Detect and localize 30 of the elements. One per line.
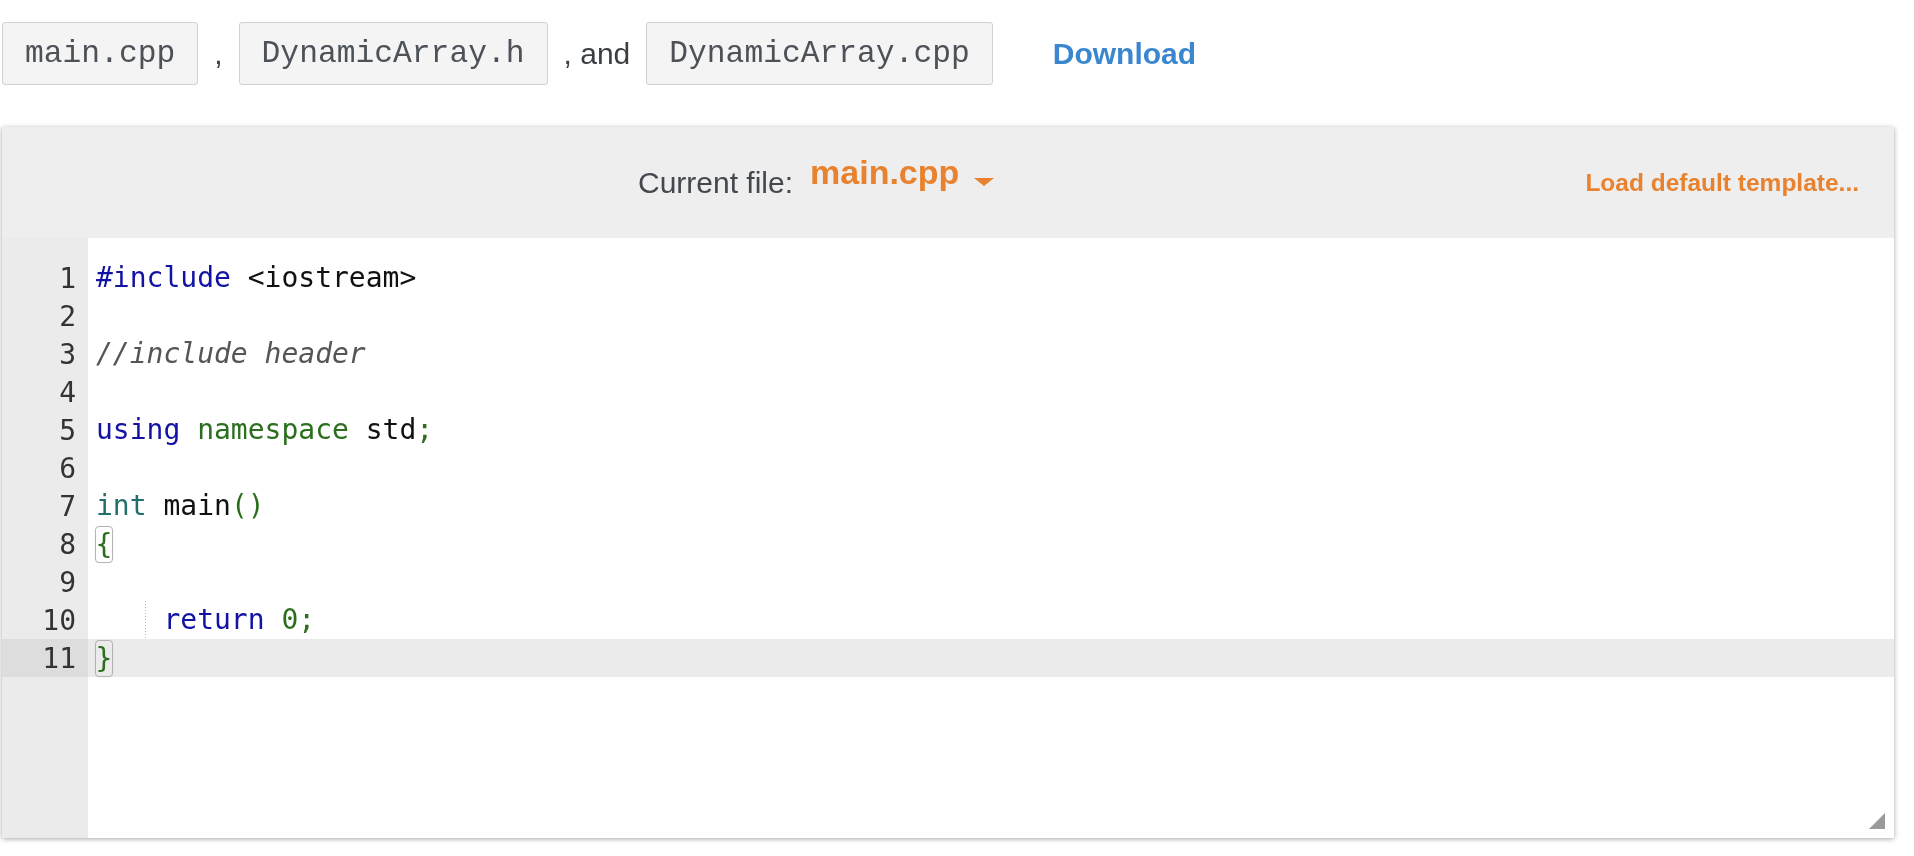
line-number: 3 [59, 337, 76, 371]
line-number: 7 [59, 489, 76, 523]
code-line: //include header [96, 336, 366, 372]
download-link[interactable]: Download [1052, 36, 1197, 71]
caret-icon [974, 177, 995, 186]
code-line: using namespace std; [96, 412, 434, 448]
file-name: main.cpp [2, 22, 199, 85]
line-number: 4 [59, 375, 76, 409]
matched-bracket: { [94, 525, 114, 563]
separator-text: , [214, 36, 223, 71]
line-number: 11 [42, 641, 76, 675]
file-dropdown[interactable]: main.cpp [810, 153, 995, 192]
line-number: 6 [59, 451, 76, 485]
code-line: int main() [96, 488, 265, 524]
resize-grip-icon[interactable] [1869, 813, 1885, 829]
line-number: 2 [59, 299, 76, 333]
code-line: #include <iostream> [96, 260, 417, 296]
file-name: DynamicArray.h [238, 22, 548, 85]
line-number: 10 [42, 603, 76, 637]
matched-bracket: } [94, 639, 114, 677]
code-line: return 0; [163, 602, 316, 638]
line-number: 1 [59, 261, 76, 295]
line-number: 8 [59, 527, 76, 561]
line-number: 9 [59, 565, 76, 599]
line-number: 5 [59, 413, 76, 447]
load-template-link[interactable]: Load default template... [1585, 168, 1859, 197]
file-name: DynamicArray.cpp [646, 22, 993, 85]
code-editor[interactable]: 1 #include <iostream> 2 3 //include header 4 5 using namespace std; 6 7 int main() 8 { 9 10 return 0; 11 } [2, 238, 1894, 838]
current-file-label: Current file: [638, 165, 794, 200]
separator-text: , and [563, 36, 631, 71]
